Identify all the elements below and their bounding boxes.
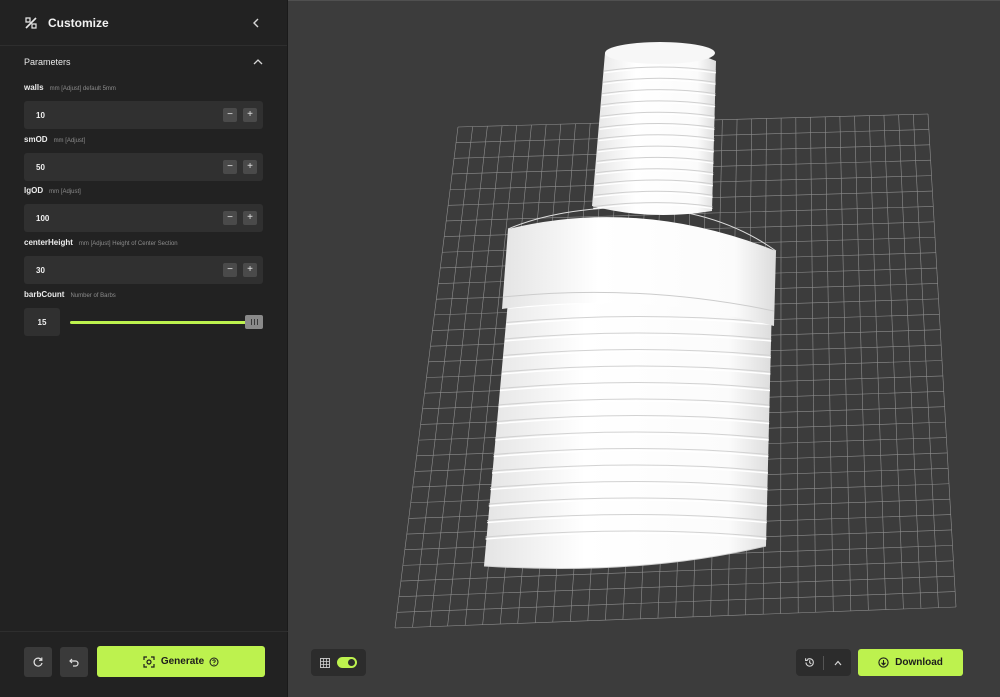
expand-history-button[interactable] [824,649,851,676]
increment-button[interactable]: + [243,211,257,225]
sidebar-title: Customize [48,15,109,30]
grid-toggle-switch[interactable] [337,657,357,668]
param-input-smod[interactable]: 50 − + [24,153,263,181]
param-name: smOD [24,135,48,144]
slider-thumb[interactable] [245,314,263,329]
history-control [796,649,851,676]
sidebar-header: Customize [0,0,287,46]
parameters-title: Parameters [24,57,71,67]
increment-button[interactable]: + [243,160,257,174]
decrement-button[interactable]: − [223,211,237,225]
grid-icon [320,657,330,668]
generate-label: Generate [160,656,205,667]
param-walls: walls mm [Adjust] default 5mm 10 − + [24,83,263,129]
reset-button[interactable] [24,647,52,677]
param-smod: smOD mm [Adjust] 50 − + [24,135,263,181]
3d-model [483,42,777,569]
barbcount-slider-row: 15 [24,308,263,336]
param-input-lgod[interactable]: 100 − + [24,204,263,232]
param-hint: mm [Adjust] Height of Center Section [78,241,178,247]
help-icon[interactable] [209,657,219,667]
param-hint: mm [Adjust] [53,138,86,144]
decrement-button[interactable]: − [223,108,237,122]
barbcount-slider[interactable] [70,314,263,329]
chevron-left-icon [253,18,259,27]
download-icon [878,657,889,668]
param-name: lgOD [24,186,44,195]
3d-viewport[interactable]: Download [288,0,1000,697]
refresh-icon [33,657,43,667]
customize-icon [25,16,37,29]
param-value[interactable]: 30 [36,266,223,275]
customize-sidebar: Customize Parameters walls mm [Adjust] d… [0,0,288,697]
param-hint: mm [Adjust] [49,189,81,195]
history-icon [805,658,814,667]
param-value[interactable]: 100 [36,214,223,223]
param-hint: mm [Adjust] default 5mm [49,86,116,92]
param-name: barbCount [24,290,65,299]
undo-button[interactable] [60,647,88,677]
param-input-walls[interactable]: 10 − + [24,101,263,129]
increment-button[interactable]: + [243,263,257,277]
history-button[interactable] [796,649,823,676]
param-name: walls [24,83,44,92]
param-hint: Number of Barbs [70,293,116,299]
download-label: Download [895,657,943,668]
parameters-section-header[interactable]: Parameters [24,55,264,69]
param-name: centerHeight [24,238,73,247]
param-value[interactable]: 50 [36,163,223,172]
model-scene[interactable] [288,1,1000,697]
collapse-sidebar-button[interactable] [249,16,263,30]
sidebar-footer: Generate [0,631,288,697]
chevron-up-icon[interactable] [252,56,264,68]
decrement-button[interactable]: − [223,263,237,277]
download-button[interactable]: Download [858,649,963,676]
param-centerheight: centerHeight mm [Adjust] Height of Cente… [24,238,263,284]
param-value[interactable]: 10 [36,111,223,120]
slider-value[interactable]: 15 [24,308,60,336]
generate-button[interactable]: Generate [97,646,265,677]
increment-button[interactable]: + [243,108,257,122]
chevron-up-icon [834,660,841,665]
param-input-centerheight[interactable]: 30 − + [24,256,263,284]
generate-icon [143,655,155,668]
decrement-button[interactable]: − [223,160,237,174]
param-barbcount: barbCount Number of Barbs 15 [24,290,263,336]
param-lgod: lgOD mm [Adjust] 100 − + [24,186,263,232]
undo-icon [69,658,79,667]
grid-toggle-control [311,649,366,676]
